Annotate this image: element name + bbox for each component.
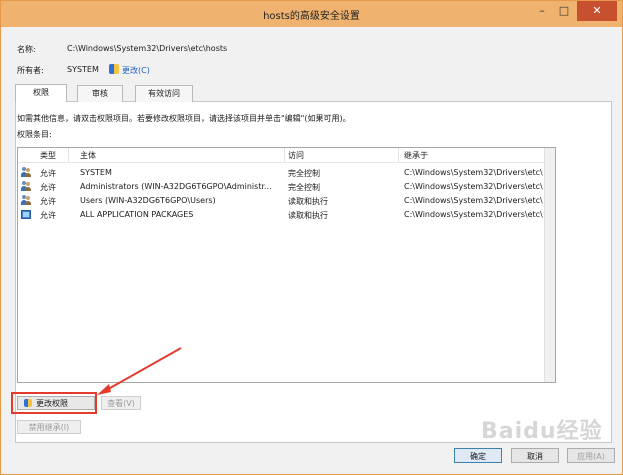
arrow-shaft (102, 347, 182, 393)
owner-label: 所有者: (17, 66, 44, 75)
row-access: 读取和执行 (288, 197, 328, 206)
maximize-button[interactable]: □ (553, 1, 575, 21)
column-header-access[interactable]: 访问 (288, 150, 304, 161)
row-inherited-from: C:\Windows\System32\Drivers\etc\ (404, 168, 543, 177)
row-principal: Administrators (WIN-A32DG6T6GPO\Administ… (80, 182, 272, 191)
column-header-principal[interactable]: 主体 (80, 150, 96, 161)
owner-value: SYSTEM (67, 65, 99, 74)
row-inherited-from: C:\Windows\System32\Drivers\etc\ (404, 196, 543, 205)
column-header-type[interactable]: 类型 (40, 150, 56, 161)
name-value: C:\Windows\System32\Drivers\etc\hosts (67, 44, 228, 53)
column-header-inherited-from[interactable]: 继承于 (404, 150, 428, 161)
red-annotation-arrow (97, 347, 182, 395)
apply-button[interactable]: 应用(A) (567, 448, 615, 463)
row-inherited-from: C:\Windows\System32\Drivers\etc\ (404, 182, 543, 191)
table-row[interactable]: 允许 Administrators (WIN-A32DG6T6GPO\Admin… (18, 179, 555, 193)
users-icon (21, 167, 31, 177)
row-access: 完全控制 (288, 183, 320, 192)
close-button[interactable]: ✕ (577, 1, 617, 21)
tab-auditing[interactable]: 审核 (77, 85, 123, 102)
minimize-button[interactable]: – (531, 1, 553, 21)
row-principal: ALL APPLICATION PACKAGES (80, 210, 194, 219)
title-bar[interactable]: hosts的高级安全设置 – □ ✕ (1, 1, 622, 27)
view-button[interactable]: 查看(V) (101, 396, 141, 410)
column-divider[interactable] (398, 148, 399, 162)
column-divider[interactable] (68, 148, 69, 162)
tab-effective-access[interactable]: 有效访问 (135, 85, 193, 102)
watermark-logo: Baidu经验 (481, 419, 603, 444)
table-row[interactable]: 允许 SYSTEM 完全控制 C:\Windows\System32\Drive… (18, 165, 555, 179)
advanced-security-window: hosts的高级安全设置 – □ ✕ 名称: C:\Windows\System… (0, 0, 623, 475)
users-icon (21, 195, 31, 205)
red-highlight-box (11, 392, 97, 414)
permission-entries-label: 权限条目: (17, 130, 52, 139)
disable-inheritance-button[interactable]: 禁用继承(I) (17, 420, 81, 434)
row-principal: Users (WIN-A32DG6T6GPO\Users) (80, 196, 216, 205)
column-divider[interactable] (284, 148, 285, 162)
package-icon (21, 209, 31, 219)
cancel-button[interactable]: 取消 (511, 448, 559, 463)
row-principal: SYSTEM (80, 168, 112, 177)
shield-icon (109, 64, 119, 74)
window-title: hosts的高级安全设置 (263, 11, 360, 22)
arrow-head (97, 384, 111, 395)
row-access: 读取和执行 (288, 211, 328, 220)
table-row[interactable]: 允许 ALL APPLICATION PACKAGES 读取和执行 C:\Win… (18, 207, 555, 221)
table-header: 类型 主体 访问 继承于 (18, 148, 555, 163)
name-label: 名称: (17, 45, 36, 54)
ok-button[interactable]: 确定 (454, 448, 502, 463)
row-inherited-from: C:\Windows\System32\Drivers\etc\ (404, 210, 543, 219)
table-row[interactable]: 允许 Users (WIN-A32DG6T6GPO\Users) 读取和执行 C… (18, 193, 555, 207)
row-type: 允许 (40, 197, 56, 206)
row-type: 允许 (40, 183, 56, 192)
change-owner-link[interactable]: 更改(C) (122, 65, 150, 76)
vertical-scrollbar[interactable] (544, 148, 555, 382)
row-type: 允许 (40, 169, 56, 178)
row-access: 完全控制 (288, 169, 320, 178)
tab-permissions[interactable]: 权限 (15, 84, 67, 102)
row-type: 允许 (40, 211, 56, 220)
info-text: 如需其他信息，请双击权限项目。若要修改权限项目，请选择该项目并单击"编辑"(如果… (17, 114, 351, 123)
users-icon (21, 181, 31, 191)
